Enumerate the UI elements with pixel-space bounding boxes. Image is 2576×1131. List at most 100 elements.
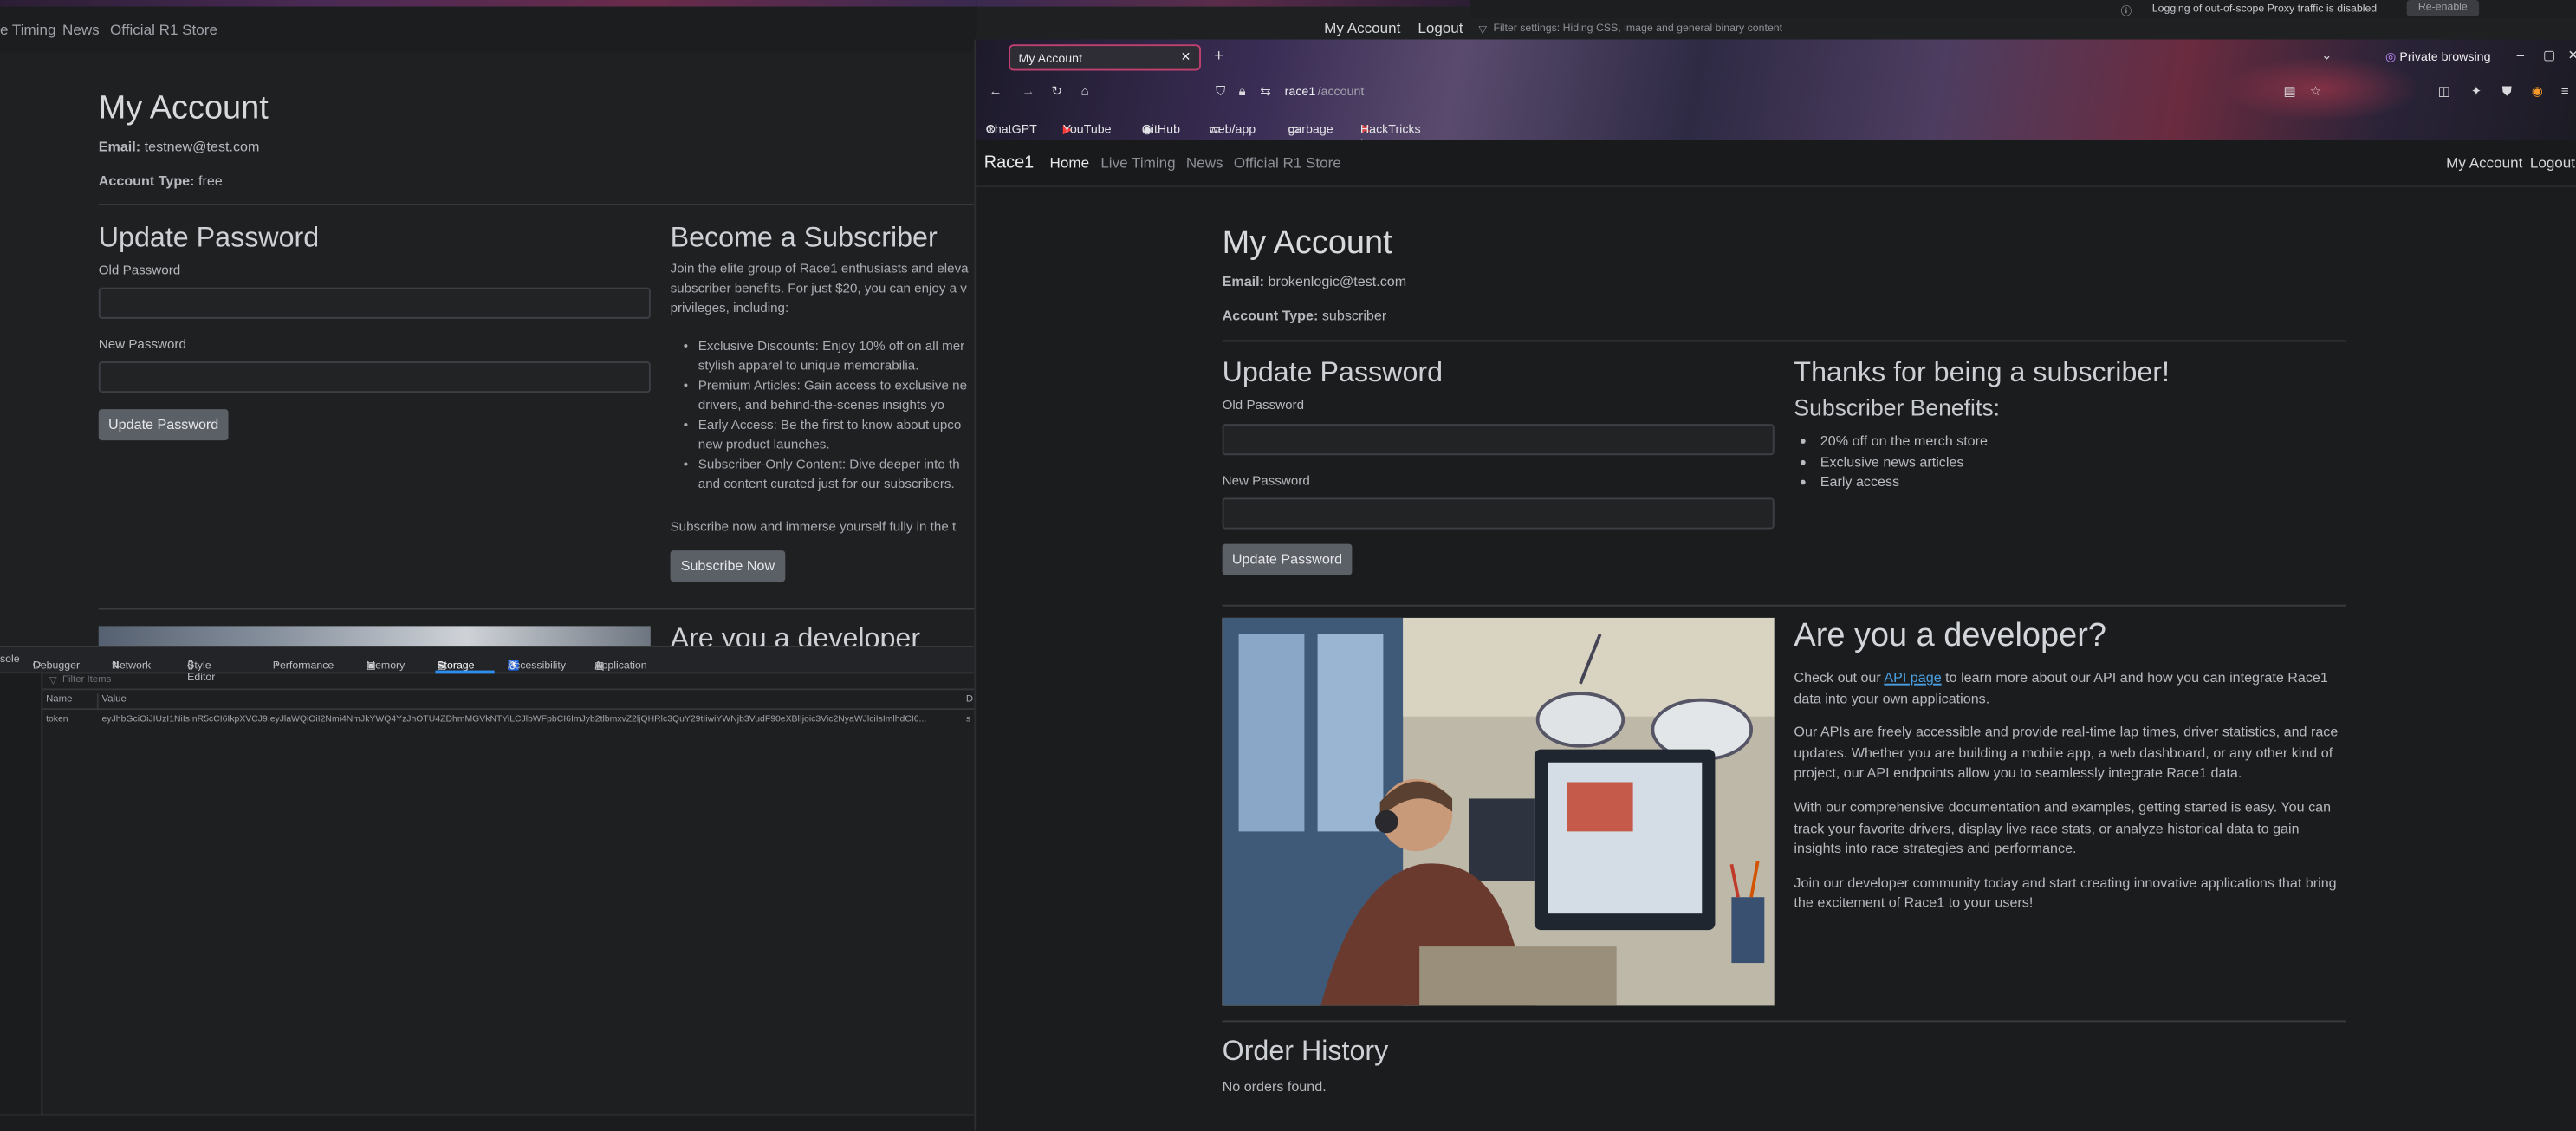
info-icon: ⓘ [2120, 6, 2132, 18]
benefit-line: stylish apparel to unique memorabilia. [698, 358, 919, 374]
api-page-link[interactable]: API page [1884, 669, 1941, 686]
nav-live-timing[interactable]: e Timing [0, 22, 55, 38]
developer-image-peek [98, 626, 651, 647]
table-row[interactable]: token eyJhbGciOiJIUzI1NiIsInR5cCI6IkpXVC… [42, 713, 976, 730]
nav-my-account[interactable]: My Account [2446, 154, 2522, 171]
filter-icon: ▽ [1478, 24, 1487, 36]
forward-icon[interactable]: → [1022, 84, 1035, 99]
chevron-down-icon[interactable]: ⌄ [2321, 48, 2333, 62]
list-item: 20% off on the merch store [1820, 431, 1988, 452]
nav-news[interactable]: News [62, 22, 100, 38]
developer-paragraph: Check out our API page to learn more abo… [1794, 667, 2346, 709]
url-toolbar: ← → ↻ ⌂ ⛉ 🔒︎ ⇆ race1 /account ▤ ☆ ◫ ✦ ⛊ … [976, 75, 2576, 108]
update-password-button[interactable]: Update Password [98, 409, 229, 441]
subscriber-intro-line: Join the elite group of Race1 enthusiast… [670, 261, 969, 276]
benefits-title: Subscriber Benefits: [1794, 394, 2000, 421]
site-navbar: Race1 Home Live Timing News Official R1 … [976, 140, 2576, 188]
filter-items-input[interactable]: ▽ Filter Items [42, 673, 977, 691]
developer-title-peek: Are you a developer [670, 622, 921, 647]
nav-home[interactable]: Home [1050, 154, 1090, 171]
left-nav-right-visible: My Account Logout [1324, 20, 1463, 36]
maximize-icon[interactable]: ▢ [2543, 48, 2555, 62]
bookmark-label: garbage [1288, 121, 1333, 137]
account-type-value: free [198, 172, 223, 190]
close-window-icon[interactable]: ✕ [2567, 48, 2576, 62]
brand-logo[interactable]: Race1 [984, 153, 1035, 172]
close-icon[interactable]: ✕ [1181, 49, 1191, 64]
devtools-panel: sole ⬭ Debugger ⇅ Network {} Style Edito… [0, 646, 977, 1131]
storage-tree[interactable] [0, 673, 43, 1131]
new-password-label: New Password [1222, 473, 1310, 489]
developer-paragraph: With our comprehensive documentation and… [1794, 798, 2332, 857]
storage-table-header: Name Value D [42, 693, 977, 711]
browser-tab[interactable]: My Account ✕ [1009, 44, 1201, 71]
email-value: testnew@test.com [144, 138, 260, 155]
subscriber-intro-line: subscriber benefits. For just $20, you c… [670, 281, 967, 296]
reload-icon[interactable]: ↻ [1051, 84, 1062, 99]
benefit-line: Subscriber-Only Content: Dive deeper int… [698, 457, 960, 472]
divider [1222, 604, 2346, 607]
old-password-label: Old Password [98, 263, 181, 278]
nav-store[interactable]: Official R1 Store [1234, 154, 1341, 171]
back-icon[interactable]: ← [989, 84, 1002, 99]
proxy-addon-icon[interactable]: ◉ [2532, 84, 2543, 99]
subscriber-outro: Subscribe now and immerse yourself fully… [670, 519, 957, 535]
home-icon[interactable]: ⌂ [1081, 84, 1089, 99]
page-title: My Account [1222, 224, 1392, 262]
pocket-icon[interactable]: ◫ [2438, 84, 2450, 99]
bookmark-label: GitHub [1141, 121, 1180, 137]
benefit-line: drivers, and behind-the-scenes insights … [698, 397, 944, 413]
nav-logout[interactable]: Logout [2530, 154, 2575, 171]
update-password-button[interactable]: Update Password [1222, 543, 1353, 575]
cookie-name: token [46, 714, 68, 725]
tab-label: Accessibility [507, 660, 566, 673]
reader-icon[interactable]: ▤ [2283, 84, 2295, 99]
ublock-icon[interactable]: ⛊ [2502, 84, 2512, 101]
old-password-label: Old Password [1222, 397, 1305, 413]
private-browsing-indicator: ◎ Private browsing [2385, 49, 2491, 64]
cookie-extra: s [965, 714, 971, 725]
nav-my-account[interactable]: My Account [1324, 20, 1400, 36]
update-password-title: Update Password [1222, 356, 1444, 388]
nav-logout[interactable]: Logout [1418, 20, 1463, 36]
new-password-input[interactable] [98, 361, 651, 393]
subscribe-now-button[interactable]: Subscribe Now [670, 550, 786, 582]
filter-settings-text: Filter settings: Hiding CSS, image and g… [1493, 23, 1783, 35]
lock-icon: 🔒︎ [1238, 83, 1246, 99]
nav-live-timing[interactable]: Live Timing [1100, 154, 1175, 171]
update-password-title: Update Password [98, 221, 320, 253]
left-nav-fill-strip [976, 0, 1470, 7]
old-password-input[interactable] [1222, 424, 1775, 456]
proxy-filter-bar[interactable]: ▽ Filter settings: Hiding CSS, image and… [1470, 17, 2576, 40]
subscriber-thanks-title: Thanks for being a subscriber! [1794, 356, 2170, 388]
nav-store[interactable]: Official R1 Store [110, 22, 217, 38]
menu-icon[interactable]: ≡ [2561, 84, 2569, 99]
old-password-input[interactable] [98, 287, 651, 319]
private-label: Private browsing [2399, 49, 2491, 64]
browser-chrome: My Account ✕ + ⌄ ◎ Private browsing – ▢ … [976, 39, 2576, 140]
tab-label: Memory [366, 660, 406, 673]
benefit-line: Exclusive Discounts: Enjoy 10% off on al… [698, 338, 965, 354]
tab-console[interactable]: sole [0, 654, 20, 666]
new-tab-icon[interactable]: + [1214, 48, 1223, 66]
minimize-icon[interactable]: – [2517, 48, 2524, 62]
developer-illustration [1222, 617, 1775, 1006]
account-type-label: Account Type: [1222, 307, 1319, 324]
list-item: Early access [1820, 472, 1988, 493]
new-password-input[interactable] [1222, 497, 1775, 530]
developer-title: Are you a developer? [1794, 617, 2106, 654]
permissions-icon: ⇆ [1260, 83, 1271, 99]
star-icon[interactable]: ☆ [2310, 84, 2322, 99]
re-enable-button[interactable]: Re-enable [2406, 0, 2480, 16]
email-label: Email: [98, 138, 141, 155]
email-label: Email: [1222, 272, 1265, 289]
extensions-icon[interactable]: ✦ [2471, 84, 2482, 99]
text: Check out our [1794, 668, 1885, 686]
url-bar[interactable]: ⛉ 🔒︎ ⇆ race1 /account [1206, 79, 2257, 105]
url-path: /account [1317, 83, 1365, 99]
url-host: race1 [1284, 83, 1316, 99]
nav-news[interactable]: News [1186, 154, 1223, 171]
bookmark-label: web/app [1209, 121, 1256, 137]
divider [1222, 340, 2346, 342]
new-password-label: New Password [98, 336, 186, 352]
